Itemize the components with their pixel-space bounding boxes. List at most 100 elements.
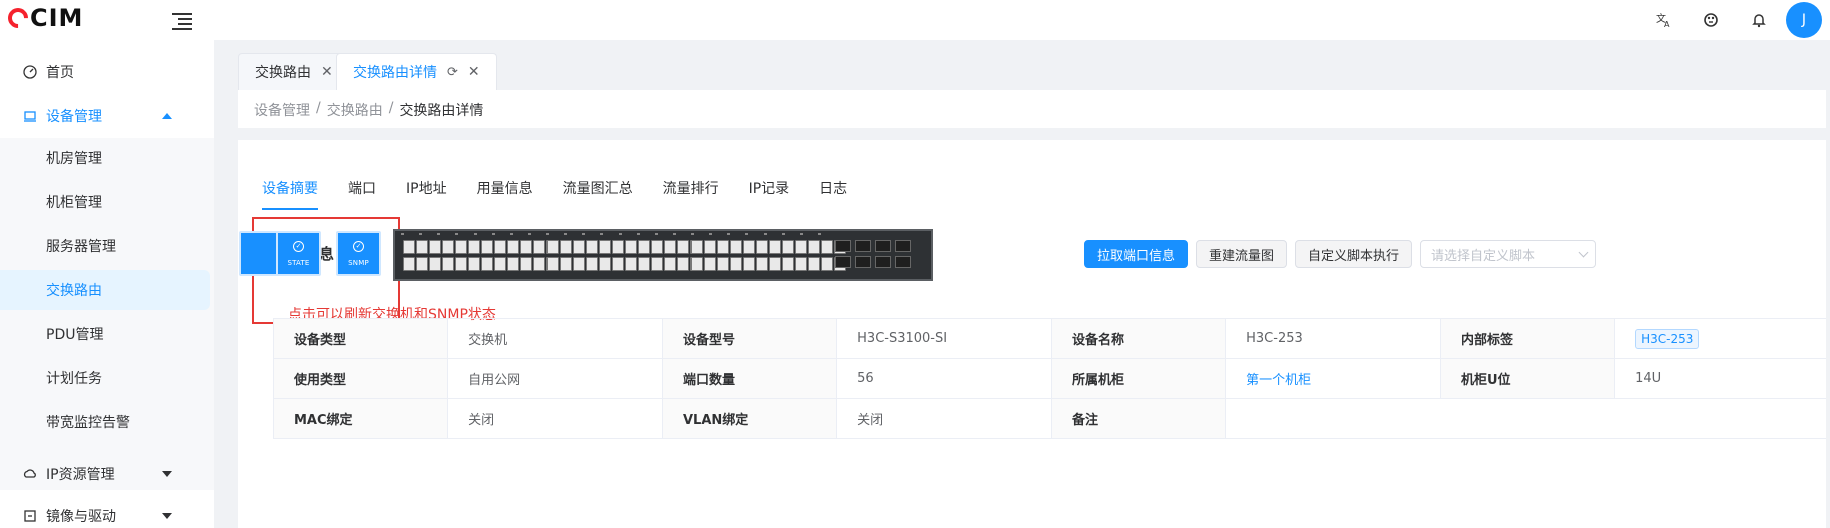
sidebar-item-label: 设备管理 bbox=[46, 109, 102, 125]
switch-port bbox=[468, 240, 480, 254]
detail-value: H3C-S3100-SI bbox=[836, 318, 1052, 359]
menu-collapse-icon[interactable] bbox=[172, 10, 192, 30]
switch-port bbox=[507, 257, 519, 271]
logo: CIM bbox=[3, 3, 84, 33]
switch-port bbox=[481, 257, 493, 271]
rebuild-traffic-graph-button[interactable]: 重建流量图 bbox=[1196, 240, 1288, 268]
user-avatar[interactable]: J bbox=[1786, 2, 1822, 38]
sidebar-item-label: 带宽监控告警 bbox=[46, 415, 130, 431]
detail-key: 使用类型 bbox=[272, 358, 449, 399]
switch-port bbox=[573, 257, 585, 271]
tab-traffic-ranking[interactable]: 流量排行 bbox=[663, 168, 719, 210]
logo-text: CIM bbox=[30, 4, 84, 32]
sidebar-item-device-management[interactable]: 设备管理 bbox=[0, 94, 214, 138]
switch-port bbox=[638, 257, 650, 271]
sfp-port bbox=[875, 240, 891, 252]
sidebar-item-switch-router[interactable]: 交换路由 bbox=[0, 270, 210, 310]
switch-port bbox=[756, 257, 768, 271]
switch-port bbox=[442, 257, 454, 271]
port-group bbox=[689, 240, 848, 271]
switch-port bbox=[808, 240, 820, 254]
sidebar-submenu: 机房管理 机柜管理 服务器管理 交换路由 PDU管理 计划任务 带宽监控告警 bbox=[0, 138, 214, 490]
sidebar-item-pdu[interactable]: PDU管理 bbox=[0, 314, 214, 354]
translate-icon[interactable]: 文A bbox=[1652, 8, 1676, 32]
close-icon[interactable]: ✕ bbox=[468, 64, 480, 80]
state-refresh-button[interactable]: ✓ STATE bbox=[276, 231, 321, 276]
cabinet-link[interactable]: 第一个机柜 bbox=[1225, 358, 1441, 399]
detail-key: 设备型号 bbox=[661, 318, 838, 359]
tab-logs[interactable]: 日志 bbox=[819, 168, 847, 210]
switch-port bbox=[599, 240, 611, 254]
switch-port bbox=[795, 257, 807, 271]
switch-port bbox=[821, 257, 833, 271]
switch-port bbox=[533, 257, 545, 271]
tab-traffic-summary[interactable]: 流量图汇总 bbox=[563, 168, 633, 210]
detail-key: 机柜U位 bbox=[1439, 358, 1616, 399]
tab-ports[interactable]: 端口 bbox=[348, 168, 376, 210]
tags-bar: 交换路由 ✕ 交换路由详情 ⟳ ✕ bbox=[214, 40, 1830, 90]
detail-key: 备注 bbox=[1050, 398, 1227, 439]
refresh-icon[interactable]: ⟳ bbox=[447, 65, 458, 80]
switch-port bbox=[717, 257, 729, 271]
switch-port bbox=[664, 257, 676, 271]
tag-label: 交换路由详情 bbox=[353, 65, 437, 81]
check-circle-icon: ✓ bbox=[353, 240, 364, 252]
tab-ip-records[interactable]: IP记录 bbox=[749, 168, 790, 210]
switch-port bbox=[416, 240, 428, 254]
custom-script-select[interactable]: 请选择自定义脚本 bbox=[1420, 240, 1597, 268]
switch-port bbox=[625, 257, 637, 271]
detail-value: 自用公网 bbox=[447, 358, 663, 399]
switch-port bbox=[481, 240, 493, 254]
tag-label: 交换路由 bbox=[255, 65, 311, 81]
switch-port bbox=[586, 257, 598, 271]
divider bbox=[238, 128, 1830, 140]
sidebar-item-label: PDU管理 bbox=[46, 327, 104, 343]
detail-key: 所属机柜 bbox=[1050, 358, 1227, 399]
detail-key: 设备名称 bbox=[1050, 318, 1227, 359]
sidebar-item-room[interactable]: 机房管理 bbox=[0, 138, 214, 178]
tag-switch-router[interactable]: 交换路由 ✕ bbox=[238, 53, 350, 90]
detail-value: 关闭 bbox=[836, 398, 1052, 439]
switch-port bbox=[468, 257, 480, 271]
breadcrumb-item[interactable]: 设备管理 bbox=[254, 100, 310, 120]
detail-key: 设备类型 bbox=[272, 318, 449, 359]
snmp-refresh-button[interactable]: ✓ SNMP bbox=[336, 231, 381, 276]
breadcrumb-item[interactable]: 交换路由 bbox=[327, 100, 383, 120]
fetch-ports-button[interactable]: 拉取端口信息 bbox=[1084, 240, 1189, 268]
sidebar-item-images-drivers[interactable]: 镜像与驱动 bbox=[0, 494, 214, 528]
sidebar-item-schedule[interactable]: 计划任务 bbox=[0, 358, 214, 398]
chevron-up-icon bbox=[162, 113, 172, 119]
sidebar-item-cabinet[interactable]: 机柜管理 bbox=[0, 182, 214, 222]
theme-icon[interactable] bbox=[1699, 8, 1723, 32]
switch-port bbox=[756, 240, 768, 254]
sidebar-item-bandwidth-alert[interactable]: 带宽监控告警 bbox=[0, 402, 214, 442]
switch-port bbox=[677, 240, 689, 254]
top-header: CIM 文A J bbox=[0, 0, 1830, 40]
tab-ip-address[interactable]: IP地址 bbox=[406, 168, 447, 210]
sidebar-item-server[interactable]: 服务器管理 bbox=[0, 226, 214, 266]
switch-port bbox=[691, 257, 703, 271]
sfp-port bbox=[855, 240, 871, 252]
switch-port bbox=[625, 240, 637, 254]
sidebar-item-ip-resources[interactable]: IP资源管理 bbox=[0, 452, 214, 496]
scrollbar[interactable] bbox=[1826, 40, 1830, 528]
tag-switch-router-detail[interactable]: 交换路由详情 ⟳ ✕ bbox=[336, 53, 497, 90]
sfp-port bbox=[835, 256, 851, 268]
switch-port bbox=[677, 257, 689, 271]
sidebar-item-label: 镜像与驱动 bbox=[46, 509, 116, 525]
switch-port bbox=[520, 240, 532, 254]
bell-icon[interactable] bbox=[1747, 8, 1771, 32]
switch-port bbox=[416, 257, 428, 271]
logo-mark bbox=[3, 3, 33, 33]
cloud-icon bbox=[22, 466, 38, 482]
tab-usage[interactable]: 用量信息 bbox=[477, 168, 533, 210]
detail-value: 交换机 bbox=[447, 318, 663, 359]
switch-port bbox=[520, 257, 532, 271]
run-custom-script-button[interactable]: 自定义脚本执行 bbox=[1295, 240, 1413, 268]
sidebar-item-home[interactable]: 首页 bbox=[0, 50, 214, 94]
switch-port bbox=[612, 240, 624, 254]
close-icon[interactable]: ✕ bbox=[321, 64, 333, 80]
tab-summary[interactable]: 设备摘要 bbox=[262, 168, 318, 210]
detail-key: VLAN绑定 bbox=[661, 398, 838, 439]
switch-port bbox=[704, 257, 716, 271]
